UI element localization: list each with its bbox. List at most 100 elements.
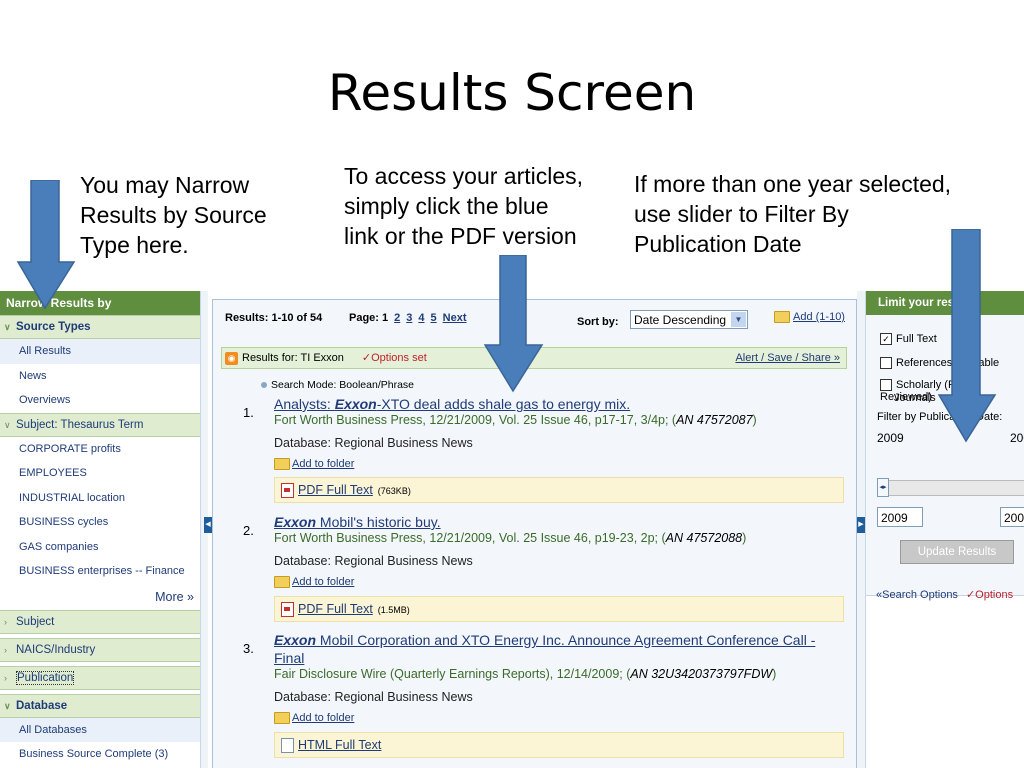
title-highlight: Exxon (334, 396, 377, 412)
file-size: (1.5MB) (377, 605, 410, 615)
group-subject[interactable]: › Subject (0, 609, 200, 634)
source-text: Fort Worth Business Press, 12/21/2009, V… (274, 413, 677, 427)
filter-subject-item[interactable]: EMPLOYEES (0, 461, 200, 486)
folder-icon (274, 712, 290, 725)
sort-label: Sort by: (577, 316, 619, 328)
search-options-row: «Search Options ✓Options (876, 588, 1013, 601)
group-publication[interactable]: › Publication (0, 665, 200, 690)
filter-all-results[interactable]: All Results (0, 339, 200, 364)
collapse-right-icon[interactable]: ▶ (857, 517, 865, 533)
folder-icon (274, 458, 290, 471)
fulltext-bar: PDF Full Text (763KB) (274, 477, 844, 503)
filter-subject-item[interactable]: INDUSTRIAL location (0, 486, 200, 511)
pdf-icon (281, 483, 294, 499)
page-link-4[interactable]: 4 (418, 312, 424, 324)
result-database: Database: Regional Business News (274, 554, 473, 568)
alert-save-share-link[interactable]: Alert / Save / Share » (735, 348, 840, 368)
accession-number: AN 47572088 (665, 531, 743, 545)
result-title-link[interactable]: Analysts: Exxon-XTO deal adds shale gas … (274, 395, 844, 413)
filter-subject-item[interactable]: GAS companies (0, 535, 200, 560)
pdf-icon (281, 602, 294, 618)
chevron-down-icon: ∨ (4, 419, 11, 430)
group-label: Database (16, 699, 68, 712)
sort-select[interactable]: Date Descending ▼ (630, 310, 748, 329)
add-to-folder-all[interactable]: Add (1-10) (774, 311, 845, 324)
options-set[interactable]: ✓Options set (362, 352, 427, 364)
page-link-5[interactable]: 5 (431, 312, 437, 324)
group-source-types[interactable]: ∨ Source Types (0, 315, 200, 339)
next-link[interactable]: Next (443, 312, 467, 324)
filter-subject-item[interactable]: CORPORATE profits (0, 437, 200, 462)
group-label: NAICS/Industry (16, 643, 96, 656)
add-to-folder-link[interactable]: Add to folder (292, 712, 354, 724)
results-count: Results: 1-10 of 54 (225, 312, 323, 324)
group-naics[interactable]: › NAICS/Industry (0, 637, 200, 662)
checkbox-label: Full Text (896, 333, 937, 345)
page-link-2[interactable]: 2 (394, 312, 400, 324)
search-mode: Search Mode: Boolean/Phrase (261, 379, 414, 391)
chevron-right-icon: › (4, 644, 7, 655)
chevron-down-icon: ▼ (731, 312, 746, 327)
narrow-results-panel: Narrow Results by ∨ Source Types All Resu… (0, 291, 200, 768)
filter-all-databases[interactable]: All Databases (0, 717, 200, 742)
search-options-link[interactable]: «Search Options (876, 589, 958, 601)
filter-news[interactable]: News (0, 364, 200, 389)
update-results-button[interactable]: Update Results (900, 540, 1014, 564)
date-slider-track[interactable] (877, 480, 1024, 496)
group-subject-thesaurus[interactable]: ∨ Subject: Thesaurus Term (0, 412, 200, 437)
add-to-folder-link[interactable]: Add to folder (292, 458, 354, 470)
caption-access-articles: To access your articles, simply click th… (344, 163, 584, 249)
add-to-folder[interactable]: Add to folder (274, 712, 354, 725)
arrow-center-icon (484, 255, 544, 393)
more-link[interactable]: More » (0, 584, 200, 610)
caption-narrow-results: You may Narrow Results by Source Type he… (80, 172, 267, 258)
title-rest: Mobil's historic buy. (316, 514, 441, 530)
group-label: Subject (16, 615, 55, 628)
result-database: Database: Regional Business News (274, 436, 473, 450)
file-size: (763KB) (377, 486, 411, 496)
add-to-folder[interactable]: Add to folder (274, 576, 354, 589)
result-number: 2. (243, 523, 254, 538)
year-from-input[interactable]: 2009 (877, 507, 923, 527)
rss-icon[interactable]: ◉ (225, 351, 238, 365)
chevron-right-icon: › (4, 616, 7, 627)
result-source: Fort Worth Business Press, 12/21/2009, V… (274, 413, 844, 427)
result-source: Fair Disclosure Wire (Quarterly Earnings… (274, 667, 844, 681)
result-title-link[interactable]: Exxon Mobil's historic buy. (274, 513, 844, 531)
search-mode-text: Search Mode: Boolean/Phrase (271, 379, 415, 391)
result-number: 3. (243, 641, 254, 656)
fulltext-bar: HTML Full Text (274, 732, 844, 758)
year-to-input[interactable]: 2009 (1000, 507, 1024, 527)
add-to-folder[interactable]: Add to folder (274, 458, 354, 471)
filter-subject-item[interactable]: BUSINESS enterprises -- Finance (0, 559, 200, 584)
checkbox-checked-icon: ✓ (880, 333, 892, 346)
fulltext-bar: PDF Full Text (1.5MB) (274, 596, 844, 622)
filter-subject-item[interactable]: BUSINESS cycles (0, 510, 200, 535)
result-database: Database: Regional Business News (274, 690, 473, 704)
result-title-link[interactable]: Exxon Mobil Corporation and XTO Energy I… (274, 631, 844, 667)
html-full-text-link[interactable]: HTML Full Text (298, 738, 381, 752)
source-end: ) (752, 413, 757, 427)
source-text: Fair Disclosure Wire (Quarterly Earnings… (274, 667, 631, 681)
page-link-3[interactable]: 3 (406, 312, 412, 324)
bullet-icon (261, 382, 267, 389)
filter-database-item[interactable]: Business Source Complete (3) (0, 742, 200, 767)
pdf-full-text-link[interactable]: PDF Full Text (298, 602, 373, 616)
collapse-left-icon[interactable]: ◀ (204, 517, 212, 533)
group-database[interactable]: ∨ Database (0, 693, 200, 718)
filter-overviews[interactable]: Overviews (0, 388, 200, 413)
chevron-down-icon: ∨ (4, 322, 11, 332)
page-label: Page: 1 (349, 312, 389, 324)
source-text: Fort Worth Business Press, 12/21/2009, V… (274, 531, 666, 545)
folder-icon (274, 576, 290, 589)
result-number: 1. (243, 405, 254, 420)
add-to-folder-link[interactable]: Add to folder (292, 576, 354, 588)
full-text-checkbox[interactable]: ✓ Full Text (880, 333, 937, 346)
slider-handle[interactable]: ◂▸ (877, 478, 889, 497)
pdf-full-text-link[interactable]: PDF Full Text (298, 483, 373, 497)
title-highlight: Exxon (274, 632, 317, 648)
options-link[interactable]: ✓Options (966, 589, 1013, 601)
slide-title: Results Screen (327, 64, 697, 122)
folder-icon (774, 311, 790, 324)
add-range-link[interactable]: Add (1-10) (793, 311, 845, 323)
